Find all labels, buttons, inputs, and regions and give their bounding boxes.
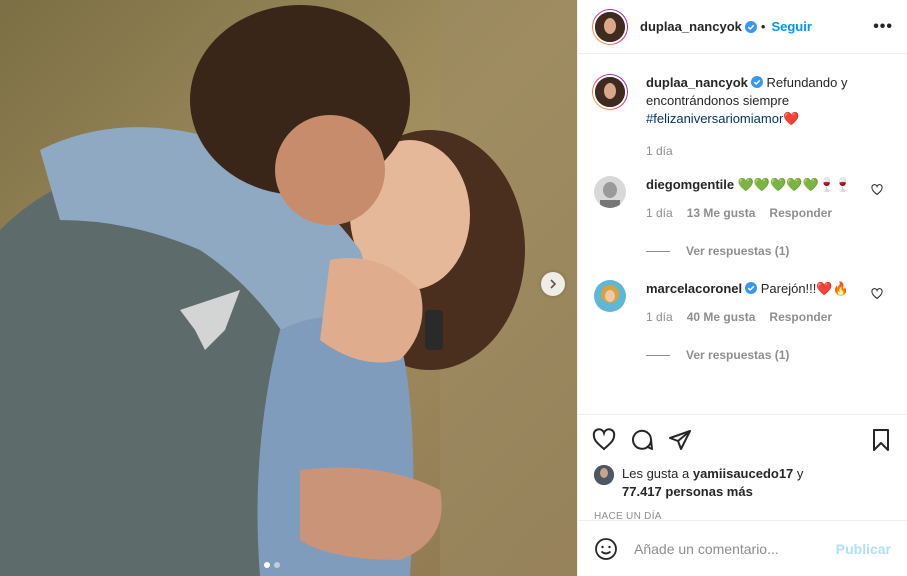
comment-likes[interactable]: 13 Me gusta (687, 204, 756, 222)
carousel-indicator (264, 562, 280, 568)
commenter-avatar[interactable] (594, 280, 626, 312)
likes-prefix: Les gusta a (622, 466, 690, 481)
caption-body: duplaa_nancyok Refundando y encontrándon… (646, 74, 893, 160)
reply-button[interactable]: Responder (769, 204, 832, 222)
comment-time[interactable]: 1 día (646, 204, 673, 222)
post-photo[interactable] (0, 0, 577, 576)
comment-meta: 1 día 13 Me gusta Responder (646, 204, 869, 222)
post-sidebar: duplaa_nancyok • Seguir ••• duplaa_nancy… (577, 0, 907, 576)
chevron-right-icon (550, 279, 557, 289)
caption-username[interactable]: duplaa_nancyok (646, 75, 748, 90)
verified-badge-icon (745, 282, 758, 294)
share-paper-plane-icon[interactable] (668, 428, 692, 452)
verified-badge-icon (750, 76, 763, 88)
profile-picture-icon (594, 280, 626, 312)
verified-badge-icon (744, 20, 757, 33)
comment-username[interactable]: diegomgentile (646, 177, 734, 192)
caption-meta: 1 día (646, 142, 893, 160)
like-comment-heart-icon[interactable] (871, 288, 883, 300)
like-heart-icon[interactable] (592, 428, 616, 452)
caption-avatar[interactable] (592, 74, 628, 110)
liker-avatar[interactable] (594, 465, 614, 485)
separator-dot: • (760, 19, 766, 34)
profile-picture-icon (594, 465, 614, 485)
caption: duplaa_nancyok Refundando y encontrándon… (592, 74, 893, 160)
carousel-dot-active (264, 562, 270, 568)
reply-button[interactable]: Responder (769, 308, 832, 326)
post-header: duplaa_nancyok • Seguir ••• (578, 0, 907, 54)
comment-text: Parejón!!!❤️🔥 (760, 281, 849, 296)
comment-item: marcelacoronel Parejón!!!❤️🔥 1 día 40 Me… (592, 280, 893, 364)
comment-text: 💚💚💚💚💚🍷🍷 (737, 177, 852, 192)
couple-hugging-photo (0, 0, 577, 576)
profile-picture-icon (595, 11, 625, 42)
commenter-avatar[interactable] (594, 176, 626, 208)
replies-line (646, 250, 670, 252)
author-avatar[interactable] (592, 8, 628, 45)
liker-username[interactable]: yamiisaucedo17 (693, 466, 793, 481)
more-options-button[interactable]: ••• (873, 18, 893, 35)
carousel-next-button[interactable] (541, 272, 565, 296)
comment-input[interactable] (632, 539, 836, 558)
likes-summary: Les gusta a yamiisaucedo17 y 77.417 pers… (578, 465, 907, 501)
profile-picture-icon (594, 176, 626, 208)
view-replies-button[interactable]: Ver respuestas (1) (646, 242, 869, 260)
comment-likes[interactable]: 40 Me gusta (687, 308, 756, 326)
follow-button[interactable]: Seguir (771, 19, 811, 34)
profile-picture-icon (595, 77, 625, 107)
view-replies-label: Ver respuestas (1) (686, 348, 790, 362)
view-replies-button[interactable]: Ver respuestas (1) (646, 346, 869, 364)
comment-bubble-icon[interactable] (630, 428, 654, 452)
emoji-smiley-icon[interactable] (594, 537, 618, 561)
caption-emoji: ❤️ (783, 111, 800, 126)
likes-conj: y (796, 466, 804, 481)
caption-hashtag[interactable]: #felizaniversariomiamor (646, 111, 783, 126)
comment-item: diegomgentile 💚💚💚💚💚🍷🍷 1 día 13 Me gusta … (592, 176, 893, 260)
caption-time[interactable]: 1 día (646, 142, 673, 160)
publish-button[interactable]: Publicar (836, 541, 891, 557)
comment-username[interactable]: marcelacoronel (646, 281, 742, 296)
save-bookmark-icon[interactable] (869, 428, 893, 452)
view-replies-label: Ver respuestas (1) (686, 244, 790, 258)
carousel-dot (274, 562, 280, 568)
comment-time[interactable]: 1 día (646, 308, 673, 326)
post-actions (578, 415, 907, 465)
replies-line (646, 354, 670, 356)
comment-meta: 1 día 40 Me gusta Responder (646, 308, 869, 326)
comment-body: marcelacoronel Parejón!!!❤️🔥 1 día 40 Me… (646, 280, 893, 364)
instagram-post-modal: duplaa_nancyok • Seguir ••• duplaa_nancy… (0, 0, 907, 576)
author-username[interactable]: duplaa_nancyok (640, 19, 742, 34)
likes-count[interactable]: 77.417 personas más (622, 484, 753, 499)
comments-section: duplaa_nancyok Refundando y encontrándon… (578, 54, 907, 415)
add-comment-bar: Publicar (578, 520, 907, 576)
like-comment-heart-icon[interactable] (871, 184, 883, 196)
comment-body: diegomgentile 💚💚💚💚💚🍷🍷 1 día 13 Me gusta … (646, 176, 893, 260)
